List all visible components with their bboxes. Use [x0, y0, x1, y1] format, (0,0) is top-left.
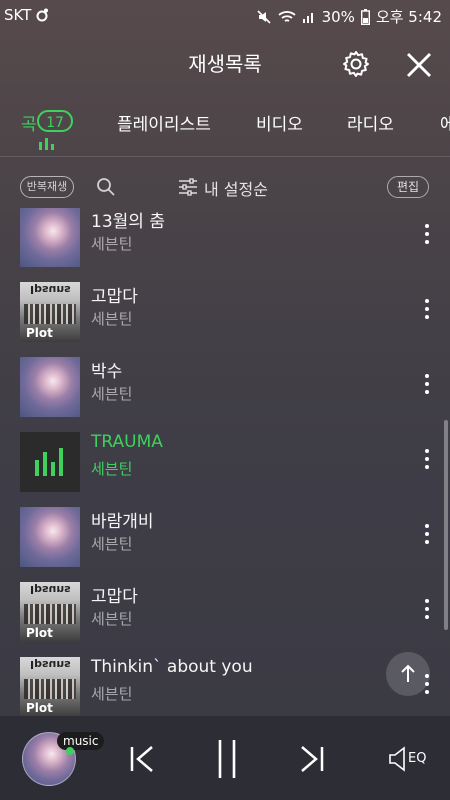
- repeat-button[interactable]: 반복재생: [20, 176, 74, 198]
- album-art: [20, 507, 80, 567]
- wifi-icon: [277, 10, 296, 22]
- album-art: [20, 357, 80, 417]
- tab-radio[interactable]: 라디오: [347, 110, 394, 135]
- carrier-label: SKT: [4, 6, 32, 24]
- list-item[interactable]: Ipsuns Plot 고맙다 세븐틴: [0, 574, 450, 649]
- now-playing-bars-icon: [35, 448, 63, 476]
- signal-icon: [302, 12, 313, 23]
- sort-label[interactable]: 내 설정순: [204, 176, 268, 200]
- page-title: 재생목록: [188, 52, 262, 76]
- tab-songs[interactable]: 곡: [21, 110, 37, 135]
- song-artist: 세븐틴: [91, 685, 133, 703]
- more-options-icon[interactable]: [423, 598, 431, 620]
- list-item[interactable]: Ipsuns Plot 고맙다 세븐틴: [0, 274, 450, 349]
- more-options-icon[interactable]: [423, 448, 431, 470]
- song-title: 13월의 춤: [91, 212, 165, 232]
- more-options-icon[interactable]: [423, 223, 431, 245]
- equalizer-indicator-icon: [39, 138, 54, 150]
- album-art: [20, 432, 80, 492]
- song-list: 13월의 춤 세븐틴 Ipsuns Plot 고맙다 세븐틴 박수 세븐틴 TR…: [0, 208, 450, 716]
- mini-player: music EQ: [0, 716, 450, 800]
- song-artist: 세븐틴: [91, 460, 133, 478]
- eq-button[interactable]: EQ: [388, 744, 432, 774]
- list-item[interactable]: 13월의 춤 세븐틴: [0, 208, 450, 274]
- album-art: [20, 208, 80, 267]
- gear-icon[interactable]: [340, 48, 372, 80]
- arrow-up-icon: [401, 664, 415, 682]
- song-artist: 세븐틴: [91, 535, 133, 553]
- song-title: Thinkin` about you: [91, 657, 253, 677]
- song-title: 박수: [91, 362, 123, 382]
- album-art: Ipsuns Plot: [20, 582, 80, 642]
- battery-percent: 30%: [321, 7, 355, 26]
- album-art: Ipsuns Plot: [20, 657, 80, 716]
- status-bar: SKT 30% 오후 5:42: [0, 0, 450, 30]
- list-toolbar: 반복재생 내 설정순 편집: [0, 170, 450, 206]
- pause-icon[interactable]: [214, 738, 240, 780]
- song-title: 고맙다: [91, 587, 138, 607]
- sort-settings-icon[interactable]: [178, 178, 198, 196]
- song-artist: 세븐틴: [91, 610, 133, 628]
- mute-icon: [257, 9, 271, 24]
- eq-label: EQ: [408, 751, 427, 766]
- list-item[interactable]: 바람개비 세븐틴: [0, 499, 450, 574]
- scroll-to-top-button[interactable]: [386, 652, 430, 696]
- song-artist: 세븐틴: [91, 235, 133, 253]
- status-dot: [66, 747, 74, 755]
- tab-more-cut[interactable]: 에: [440, 110, 450, 135]
- battery-icon: [360, 8, 370, 25]
- previous-track-icon[interactable]: [128, 744, 158, 774]
- scrollbar[interactable]: [444, 420, 448, 630]
- tab-video[interactable]: 비디오: [256, 110, 303, 135]
- song-title: TRAUMA: [91, 432, 163, 452]
- header: 재생목록: [0, 34, 450, 90]
- carrier-logo-icon: [36, 8, 49, 22]
- album-art: Ipsuns Plot: [20, 282, 80, 342]
- list-item[interactable]: Ipsuns Plot Thinkin` about you 세븐틴: [0, 649, 450, 716]
- list-item-now-playing[interactable]: TRAUMA 세븐틴: [0, 424, 450, 499]
- close-icon[interactable]: [402, 48, 436, 82]
- speaker-icon: [389, 746, 405, 772]
- search-icon[interactable]: [96, 177, 116, 197]
- song-artist: 세븐틴: [91, 310, 133, 328]
- song-count-badge: 17: [37, 110, 73, 132]
- tab-playlist[interactable]: 플레이리스트: [117, 110, 211, 135]
- clock: 오후 5:42: [375, 8, 442, 26]
- song-title: 고맙다: [91, 287, 138, 307]
- list-item[interactable]: 박수 세븐틴: [0, 349, 450, 424]
- music-badge: music: [57, 732, 105, 750]
- edit-button[interactable]: 편집: [387, 176, 429, 198]
- next-track-icon[interactable]: [296, 744, 326, 774]
- more-options-icon[interactable]: [423, 523, 431, 545]
- more-options-icon[interactable]: [423, 298, 431, 320]
- tab-bar: 곡 17 플레이리스트 비디오 라디오 에: [0, 100, 450, 157]
- song-artist: 세븐틴: [91, 385, 133, 403]
- more-options-icon[interactable]: [423, 373, 431, 395]
- song-title: 바람개비: [91, 512, 154, 532]
